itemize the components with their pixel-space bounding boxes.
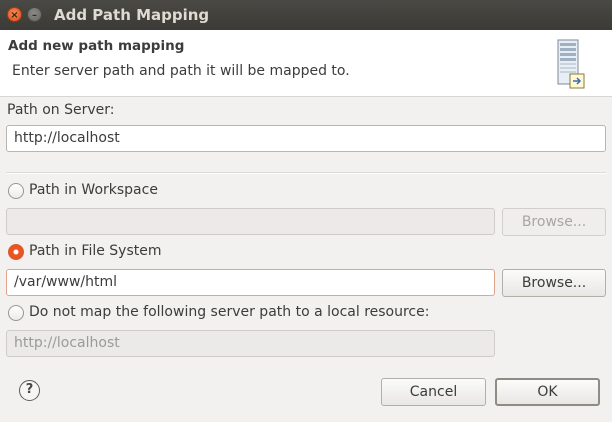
header-banner: Add new path mapping Enter server path a… (0, 30, 612, 97)
radio-file-system[interactable]: Path in File System (8, 243, 408, 263)
close-icon[interactable]: × (7, 7, 22, 22)
radio-workspace[interactable]: Path in Workspace (8, 182, 408, 202)
no-mapping-path-input[interactable]: http://localhost (6, 330, 495, 357)
workspace-path-input[interactable] (6, 208, 495, 235)
file-system-browse-button[interactable]: Browse... (502, 269, 606, 297)
ok-button[interactable]: OK (495, 378, 600, 406)
minimize-icon[interactable]: – (27, 7, 42, 22)
radio-workspace-button[interactable] (8, 183, 24, 199)
separator (6, 172, 606, 174)
server-path-input[interactable]: http://localhost (6, 125, 606, 152)
radio-no-mapping-label: Do not map the following server path to … (29, 304, 430, 320)
add-path-mapping-dialog: × – Add Path Mapping Add new path mappin… (0, 0, 612, 422)
file-system-path-input[interactable]: /var/www/html (6, 269, 495, 296)
title-bar[interactable]: × – Add Path Mapping (0, 0, 612, 30)
window-title: Add Path Mapping (54, 6, 210, 24)
workspace-browse-button[interactable]: Browse... (502, 208, 606, 236)
radio-workspace-label: Path in Workspace (29, 182, 158, 198)
help-icon[interactable]: ? (19, 380, 40, 401)
radio-no-mapping[interactable]: Do not map the following server path to … (8, 304, 548, 324)
server-path-label: Path on Server: (7, 102, 115, 118)
radio-no-mapping-button[interactable] (8, 305, 24, 321)
radio-file-system-button[interactable] (8, 244, 24, 260)
cancel-button[interactable]: Cancel (381, 378, 486, 406)
banner-description: Enter server path and path it will be ma… (12, 63, 350, 79)
server-icon (557, 39, 585, 89)
banner-title: Add new path mapping (8, 38, 185, 54)
radio-file-system-label: Path in File System (29, 243, 162, 259)
